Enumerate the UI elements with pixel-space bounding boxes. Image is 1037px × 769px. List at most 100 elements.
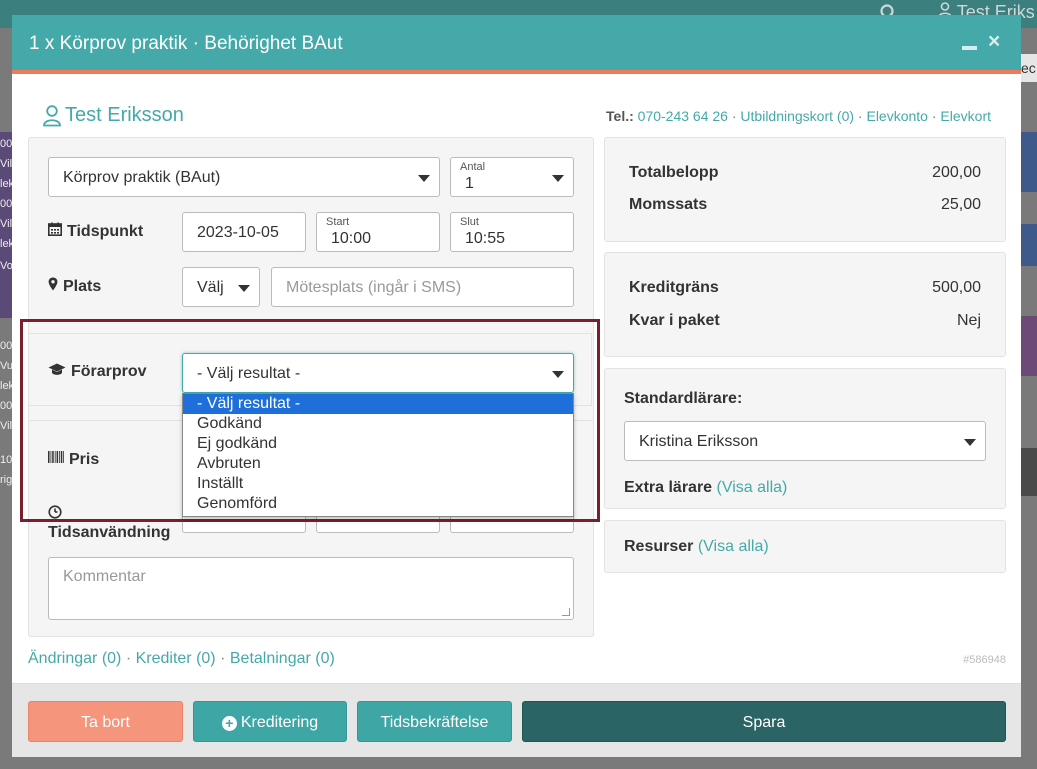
modal-footer: Ta bort + Kreditering Tidsbekräftelse Spa… <box>12 683 1021 757</box>
elevkonto-link[interactable]: Elevkonto <box>866 108 927 124</box>
kvar-i-paket-value: Nej <box>956 312 981 329</box>
save-button[interactable]: Spara <box>522 701 1006 742</box>
background-calendar-right: ec <box>1021 28 1037 769</box>
start-value: 10:00 <box>331 230 372 247</box>
separator: · <box>731 108 737 124</box>
background-text: Vil <box>0 158 12 170</box>
tidsbekraftelse-button[interactable]: Tidsbekräftelse <box>357 701 512 742</box>
separator: · <box>857 108 863 124</box>
history-links: Ändringar (0) · Krediter (0) · Betalning… <box>28 650 335 668</box>
momssats-value: 25,00 <box>940 196 981 213</box>
kvar-i-paket-label: Kvar i paket <box>629 312 720 329</box>
background-bottom <box>0 757 1037 769</box>
utbildningskort-link[interactable]: Utbildningskort (0) <box>740 108 854 124</box>
elevkort-link[interactable]: Elevkort <box>940 108 991 124</box>
background-text: 00 <box>0 340 12 352</box>
tel-label: Tel.: <box>606 108 634 124</box>
kreditering-button[interactable]: + Kreditering <box>193 701 347 742</box>
forarprov-dropdown-list: - Välj resultat - Godkänd Ej godkänd Avb… <box>182 393 574 517</box>
plats-label-text: Plats <box>63 278 102 295</box>
modal-header: 1 x Körprov praktik · Behörighet BAut × <box>12 15 1021 74</box>
booking-id: #586948 <box>963 654 1006 666</box>
dropdown-option[interactable]: Inställt <box>183 474 573 494</box>
dropdown-option[interactable]: - Välj resultat - <box>183 394 573 414</box>
close-icon[interactable]: × <box>988 30 1000 54</box>
background-text: Vul <box>0 360 12 372</box>
chevron-down-icon <box>964 439 976 446</box>
chevron-down-icon <box>552 175 564 182</box>
credit-panel: Kreditgräns 500,00 Kvar i paket Nej <box>604 252 1006 357</box>
separator: · <box>931 108 937 124</box>
chevron-down-icon <box>418 175 430 182</box>
minimize-icon[interactable] <box>962 46 977 50</box>
motesplats-placeholder: Mötesplats (ingår i SMS) <box>286 279 462 296</box>
dropdown-option[interactable]: Ej godkänd <box>183 434 573 454</box>
background-text: Vol <box>0 260 12 272</box>
antal-select[interactable]: Antal 1 <box>450 157 574 197</box>
product-select[interactable]: Körprov praktik (BAut) <box>48 157 440 197</box>
dropdown-option[interactable]: Genomförd <box>183 494 573 514</box>
teachers-panel: Standardlärare: Kristina Eriksson Extra … <box>604 368 1006 509</box>
background-text: 00 <box>0 400 12 412</box>
background-text: 00 <box>0 138 12 150</box>
chevron-down-icon <box>238 285 250 292</box>
phone-link[interactable]: 070-243 64 26 <box>638 108 728 124</box>
separator: · <box>125 650 132 667</box>
kommentar-textarea[interactable]: Kommentar <box>48 557 574 620</box>
plats-select-value: Välj <box>197 279 224 296</box>
tidsanvandning-label-text: Tidsanvändning <box>48 524 171 541</box>
resize-handle-icon[interactable] <box>562 608 570 616</box>
extra-larare-label: Extra lärare <box>624 479 713 496</box>
background-text: 00 <box>0 198 12 210</box>
extra-larare-visa-alla-link[interactable]: (Visa alla) <box>717 479 788 496</box>
totalbelopp-label: Totalbelopp <box>629 164 719 181</box>
tidspunkt-label: Tidspunkt <box>48 222 143 241</box>
background-text: Vil <box>0 420 12 432</box>
product-select-value: Körprov praktik (BAut) <box>63 169 221 186</box>
student-contact: Tel.: 070-243 64 26 · Utbildningskort (0… <box>606 108 991 124</box>
kommentar-placeholder: Kommentar <box>63 568 146 585</box>
resources-panel: Resurser (Visa alla) <box>604 520 1006 573</box>
totalbelopp-value: 200,00 <box>932 164 981 181</box>
betalningar-link[interactable]: Betalningar (0) <box>230 650 335 667</box>
date-input-value: 2023-10-05 <box>197 224 279 241</box>
kreditering-label: Kreditering <box>240 714 319 731</box>
standardlarare-select[interactable]: Kristina Eriksson <box>624 421 986 461</box>
antal-value: 1 <box>465 175 474 192</box>
start-label: Start <box>326 216 350 228</box>
end-time-input[interactable]: Slut 10:55 <box>450 212 574 252</box>
plus-circle-icon: + <box>221 716 237 731</box>
user-icon <box>42 105 62 127</box>
delete-button[interactable]: Ta bort <box>28 701 183 742</box>
resurser-label: Resurser <box>624 538 694 555</box>
krediter-link[interactable]: Krediter (0) <box>136 650 216 667</box>
student-name-link[interactable]: Test Eriksson <box>65 104 184 127</box>
booking-modal: 1 x Körprov praktik · Behörighet BAut × … <box>12 15 1021 757</box>
student-row: Test Eriksson Tel.: 070-243 64 26 · Utbi… <box>12 103 1021 129</box>
resurser-visa-alla-link[interactable]: (Visa alla) <box>698 538 769 555</box>
andringar-link[interactable]: Ändringar (0) <box>28 650 121 667</box>
kreditgrans-value: 500,00 <box>932 279 981 296</box>
antal-label: Antal <box>460 161 486 173</box>
background-event-block <box>1021 132 1037 192</box>
plats-label: Plats <box>48 277 101 296</box>
slut-value: 10:55 <box>465 230 506 247</box>
tidspunkt-label-text: Tidspunkt <box>67 223 144 240</box>
amount-panel: Totalbelopp 200,00 Momssats 25,00 <box>604 137 1006 242</box>
map-marker-icon <box>48 277 58 296</box>
background-calendar-left: 00 Vil lek 00 Vil lek Vol 00 Vul lek 00 … <box>0 28 12 769</box>
start-time-input[interactable]: Start 10:00 <box>316 212 440 252</box>
background-event-block <box>1021 224 1037 266</box>
dropdown-option[interactable]: Avbruten <box>183 454 573 474</box>
background-event-block <box>1021 448 1037 496</box>
calendar-icon <box>48 222 62 241</box>
background-text: 10 <box>0 454 12 466</box>
standardlarare-label: Standardlärare: <box>624 390 743 407</box>
motesplats-input[interactable]: Mötesplats (ingår i SMS) <box>271 267 574 307</box>
kreditgrans-label: Kreditgräns <box>629 279 719 296</box>
background-text: ec <box>1021 54 1037 82</box>
dropdown-option[interactable]: Godkänd <box>183 414 573 434</box>
date-input[interactable]: 2023-10-05 <box>182 212 306 252</box>
background-text: Vil <box>0 218 12 230</box>
plats-select[interactable]: Välj <box>182 267 260 307</box>
